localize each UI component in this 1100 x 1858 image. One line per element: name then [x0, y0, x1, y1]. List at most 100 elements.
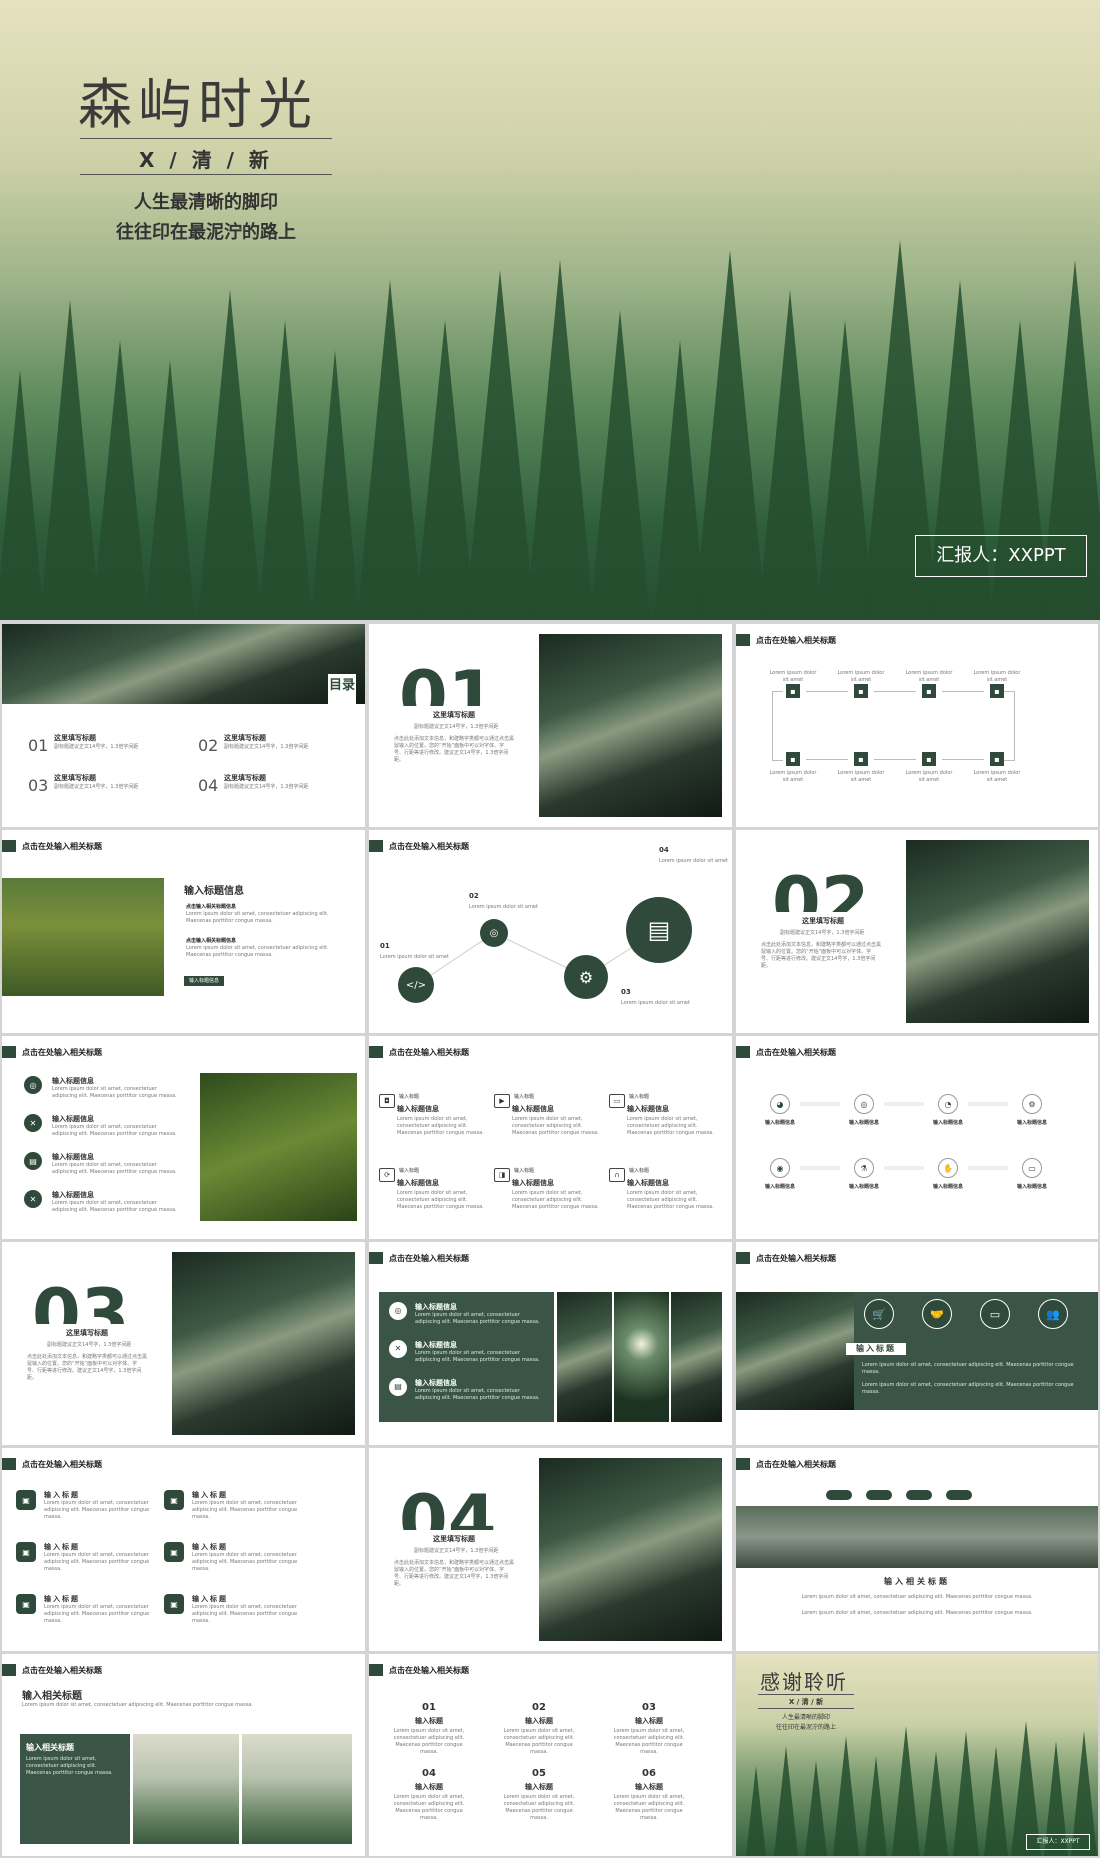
feature-icon[interactable]: ▣ — [16, 1594, 36, 1614]
target-icon[interactable]: ◎ — [480, 919, 508, 947]
voice-icon[interactable]: ◨ — [494, 1168, 510, 1182]
closing-tagline-1: 人生最清晰的脚印 — [781, 1714, 830, 1721]
feature-icon[interactable]: ▣ — [164, 1542, 184, 1562]
step-icon[interactable]: ▪ — [786, 752, 800, 766]
chat-icon[interactable]: ▭ — [609, 1094, 625, 1108]
banner-slide: 点击在处输入相关标题 🛒 🤝 ▭ 👥 输入标题 Lorem ipsum dolo… — [736, 1242, 1098, 1445]
refresh-icon[interactable]: ⟳ — [379, 1168, 395, 1182]
gear-icon[interactable]: ⚙ — [564, 955, 608, 999]
section-body: 点击此处添加文本信息，和建略字类都可以通过点击黑鼠输入的位置。您的“开始”面板中… — [27, 1354, 148, 1381]
grid-text: Lorem ipsum dolor sit amet, consectetuer… — [503, 1728, 575, 1755]
timeline-num: 04 — [659, 846, 669, 854]
road-title: 输入相关标题 — [884, 1577, 950, 1586]
arrow — [884, 1102, 924, 1106]
flow-label: 输入标题信息 — [1016, 1120, 1047, 1126]
step-icon[interactable]: ▪ — [854, 752, 868, 766]
panel-text: Lorem ipsum dolor sit amet, consectetuer… — [415, 1350, 540, 1363]
arrow — [942, 759, 984, 760]
tag-pill[interactable] — [826, 1490, 852, 1500]
pine-tree — [953, 1731, 979, 1856]
feature-icon[interactable]: ▣ — [16, 1542, 36, 1562]
road-photo — [736, 1506, 1098, 1568]
feature-icon[interactable]: ▣ — [164, 1594, 184, 1614]
icon-flow-slide: 点击在处输入相关标题 ◕ 输入标题信息 ◎ 输入标题信息 ◔ 输入标题信息 ⚙ 输入标题信息 ◉… — [736, 1036, 1098, 1239]
toc-num[interactable]: 03 — [28, 776, 48, 795]
timeline-num: 03 — [621, 988, 631, 996]
tag-pill[interactable] — [946, 1490, 972, 1500]
palette-icon[interactable]: ◕ — [770, 1094, 790, 1114]
tools-icon[interactable]: ✕ — [24, 1114, 42, 1132]
step-icon[interactable]: ▪ — [786, 684, 800, 698]
card-text: Lorem ipsum dolor sit amet, consectetuer… — [26, 1756, 113, 1776]
pine-tree — [805, 1761, 827, 1856]
toc-slide: 目录 01 这里填写标题 副标题建议正文14号字，1.3倍字间距 02 这里填写… — [2, 624, 365, 827]
closing-subtitle: X / 清 / 新 — [788, 1698, 824, 1706]
section-subtitle: 副标题建议正文14号字，1.3倍字间距 — [780, 930, 865, 936]
section-subtitle: 副标题建议正文14号字，1.3倍字间距 — [47, 1342, 132, 1348]
info-button[interactable]: 输入标题信息 — [184, 976, 224, 986]
list-title: 输入标题信息 — [52, 1153, 94, 1161]
list-icon[interactable]: ▤ — [24, 1152, 42, 1170]
target-icon[interactable]: ◎ — [24, 1076, 42, 1094]
section-02-slide: 02 这里填写标题 副标题建议正文14号字，1.3倍字间距 点击此处添加文本信息… — [736, 830, 1098, 1033]
grid-title: 输入标题信息 — [627, 1105, 669, 1113]
tools-icon[interactable]: ✕ — [24, 1190, 42, 1208]
step-text: Lorem ipsum dolor sit amet — [905, 670, 953, 683]
toc-item[interactable]: 01 — [28, 736, 48, 755]
list-icon[interactable]: ▤ — [389, 1378, 407, 1396]
reporter-box: 汇报人：XXPPT — [915, 535, 1087, 577]
document-icon[interactable]: ▤ — [626, 897, 692, 963]
handshake-icon[interactable]: ✋ — [938, 1158, 958, 1178]
grid-text: Lorem ipsum dolor sit amet, consectetuer… — [512, 1190, 599, 1210]
globe-icon[interactable]: ◎ — [854, 1094, 874, 1114]
grid-title: 输入标题信息 — [512, 1105, 554, 1113]
monitor-icon[interactable]: ▭ — [1022, 1158, 1042, 1178]
settings-icon[interactable]: ⚙ — [1022, 1094, 1042, 1114]
pine-tree — [0, 370, 44, 620]
arrow — [800, 1166, 840, 1170]
toc-num[interactable]: 04 — [198, 776, 218, 795]
pine-tree — [92, 340, 148, 620]
location-icon[interactable]: ◉ — [770, 1158, 790, 1178]
headphones-icon[interactable]: ∩ — [609, 1168, 625, 1182]
tag-pill[interactable] — [866, 1490, 892, 1500]
step-icon[interactable]: ▪ — [854, 684, 868, 698]
code-icon[interactable]: </> — [398, 967, 434, 1003]
arrow — [968, 1166, 1008, 1170]
arrow — [874, 691, 916, 692]
section-number: 02 — [772, 868, 870, 912]
tag-pill[interactable] — [906, 1490, 932, 1500]
panel-title: 输入标题信息 — [415, 1341, 457, 1349]
toc-num[interactable]: 02 — [198, 736, 218, 755]
card-icon[interactable]: ▭ — [980, 1299, 1010, 1329]
step-text: Lorem ipsum dolor sit amet — [905, 770, 953, 783]
step-icon[interactable]: ▪ — [990, 684, 1004, 698]
slide-header: 点击在处输入相关标题 — [369, 1664, 469, 1676]
grid-title: 输入标题 — [525, 1717, 553, 1725]
team-icon[interactable]: 👥 — [1038, 1299, 1068, 1329]
flask-icon[interactable]: ⚗ — [854, 1158, 874, 1178]
step-icon[interactable]: ▪ — [922, 752, 936, 766]
step-text: Lorem ipsum dolor sit amet — [769, 670, 817, 683]
feature-icon[interactable]: ▣ — [164, 1490, 184, 1510]
divider — [758, 1708, 854, 1709]
cart-icon[interactable]: 🛒 — [864, 1299, 894, 1329]
step-icon[interactable]: ▪ — [990, 752, 1004, 766]
play-icon[interactable]: ▶ — [494, 1094, 510, 1108]
camera-icon[interactable]: ◘ — [379, 1094, 395, 1108]
connector — [1004, 691, 1015, 761]
handshake-icon[interactable]: 🤝 — [922, 1299, 952, 1329]
timeline-num: 01 — [380, 942, 390, 950]
closing-title: 感谢聆听 — [760, 1670, 848, 1694]
pine-tree — [258, 320, 312, 620]
target-icon[interactable]: ◎ — [389, 1302, 407, 1320]
feature-icon[interactable]: ▣ — [16, 1490, 36, 1510]
arrow — [806, 759, 848, 760]
step-icon[interactable]: ▪ — [922, 684, 936, 698]
banner-text: Lorem ipsum dolor sit amet, consectetuer… — [862, 1362, 1074, 1375]
slide-header: 点击在处输入相关标题 — [736, 1046, 836, 1058]
tools-icon[interactable]: ✕ — [389, 1340, 407, 1358]
section-body: 点击此处添加文本信息，和建略字类都可以通过点击黑鼠输入的位置。您的“开始”面板中… — [761, 942, 882, 969]
pie-icon[interactable]: ◔ — [938, 1094, 958, 1114]
grid-label: 输入标题 — [514, 1094, 535, 1100]
